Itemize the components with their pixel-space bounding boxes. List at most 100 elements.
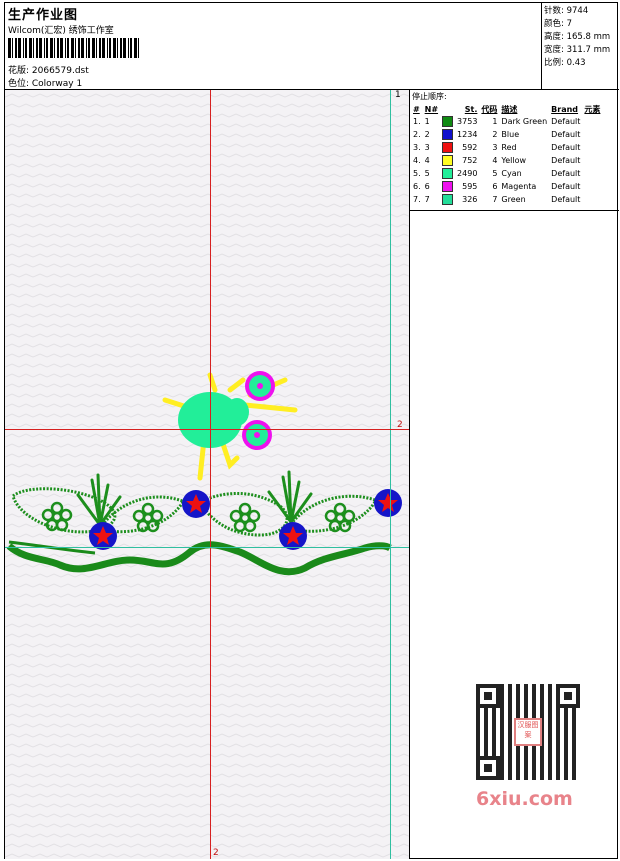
guide-red-horizontal <box>5 429 409 430</box>
swatch-cell <box>440 154 455 167</box>
needle-cell: 2 <box>424 130 430 139</box>
code-cell: 5 <box>492 169 498 178</box>
description-cell: Magenta <box>501 182 537 191</box>
guide-label-bottom: 2 <box>213 848 219 858</box>
design-canvas: 1 2 2 <box>5 90 409 859</box>
code-cell: 2 <box>492 130 498 139</box>
swatch-cell <box>440 167 455 180</box>
col-description: 描述 <box>501 104 518 114</box>
index-cell: 2. <box>413 130 421 139</box>
brand-cell: Default <box>551 130 581 139</box>
col-brand: Brand <box>551 104 579 114</box>
stat-colors: 颜色: 7 <box>544 19 573 29</box>
color-swatch <box>442 116 454 127</box>
element-cell <box>582 115 602 128</box>
colorway-label: 色位: Colorway 1 <box>8 79 83 89</box>
swatch-cell <box>440 141 455 154</box>
code-cell: 4 <box>492 156 498 165</box>
guide-label-right: 2 <box>397 420 403 430</box>
stop-sequence-table: # N# St. 代码 描述 Brand 元素 1. 1 3753 1 Dark Gre… <box>411 103 602 206</box>
needle-cell: 4 <box>424 156 430 165</box>
description-cell: Dark Green <box>501 117 548 126</box>
needle-cell: 5 <box>424 169 430 178</box>
brand-cell: Default <box>551 143 581 152</box>
color-swatch <box>442 155 454 166</box>
swatch-cell <box>440 115 455 128</box>
description-cell: Yellow <box>501 156 527 165</box>
color-swatch <box>442 168 454 179</box>
description-cell: Blue <box>501 130 520 139</box>
col-swatch <box>440 103 455 115</box>
table-row: 6. 6 595 6 Magenta Default <box>411 180 602 193</box>
element-cell <box>582 193 602 206</box>
description-cell: Cyan <box>501 169 522 178</box>
sheet-title: 生产作业图 <box>8 8 79 23</box>
needle-cell: 6 <box>424 182 430 191</box>
table-row: 4. 4 752 4 Yellow Default <box>411 154 602 167</box>
header-info: 生产作业图 Wilcom(汇宏) 绣饰工作室 花版: 2066579.dst 色… <box>5 3 542 89</box>
index-cell: 5. <box>413 169 421 178</box>
table-row: 1. 1 3753 1 Dark Green Default <box>411 115 602 128</box>
col-code: 代码 <box>481 104 498 114</box>
table-row: 2. 2 1234 2 Blue Default <box>411 128 602 141</box>
swatch-cell <box>440 128 455 141</box>
stitches-cell: 326 <box>462 195 478 204</box>
index-cell: 7. <box>413 195 421 204</box>
brand-cell: Default <box>551 195 581 204</box>
code-cell: 1 <box>492 117 498 126</box>
needle-cell: 3 <box>424 143 430 152</box>
design-file: 花版: 2066579.dst <box>8 66 89 76</box>
col-needle: N# <box>424 104 439 114</box>
stat-width: 宽度: 311.7 mm <box>544 45 611 55</box>
stitches-cell: 1234 <box>457 130 478 139</box>
brand-cell: Default <box>551 182 581 191</box>
index-cell: 1. <box>413 117 421 126</box>
table-row: 7. 7 326 7 Green Default <box>411 193 602 206</box>
barcode-image <box>8 38 139 58</box>
col-element: 元素 <box>584 104 601 114</box>
needle-cell: 1 <box>424 117 430 126</box>
stitches-cell: 3753 <box>457 117 478 126</box>
col-stitches: St. <box>464 104 478 114</box>
watermark-site: 6xiu.com <box>476 788 573 810</box>
index-cell: 6. <box>413 182 421 191</box>
table-row: 3. 3 592 3 Red Default <box>411 141 602 154</box>
description-cell: Red <box>501 143 517 152</box>
guide-teal-vertical <box>390 90 391 859</box>
stat-stitches: 针数: 9744 <box>544 6 589 16</box>
studio-name: Wilcom(汇宏) 绣饰工作室 <box>8 26 114 36</box>
element-cell <box>582 154 602 167</box>
guide-label-top: 1 <box>395 90 401 100</box>
table-row: 5. 5 2490 5 Cyan Default <box>411 167 602 180</box>
design-stats: 针数: 9744 颜色: 7 高度: 165.8 mm 宽度: 311.7 mm… <box>542 3 619 89</box>
brand-cell: Default <box>551 169 581 178</box>
description-cell: Green <box>501 195 526 204</box>
stop-sequence-title: 停止顺序: <box>412 92 447 101</box>
color-swatch <box>442 194 454 205</box>
index-cell: 4. <box>413 156 421 165</box>
guide-red-vertical <box>210 90 211 859</box>
color-swatch <box>442 129 454 140</box>
table-header-row: # N# St. 代码 描述 Brand 元素 <box>411 103 602 115</box>
element-cell <box>582 180 602 193</box>
stitches-cell: 595 <box>462 182 478 191</box>
code-cell: 6 <box>492 182 498 191</box>
brand-cell: Default <box>551 156 581 165</box>
needle-cell: 7 <box>424 195 430 204</box>
stat-scale: 比例: 0.43 <box>544 58 586 68</box>
stitches-cell: 592 <box>462 143 478 152</box>
brand-cell: Default <box>551 117 581 126</box>
watermark: 汉服图案 6xiu.com <box>470 680 584 812</box>
stamp-seal: 汉服图案 <box>514 718 542 746</box>
stat-height: 高度: 165.8 mm <box>544 32 611 42</box>
code-cell: 3 <box>492 143 498 152</box>
panel-divider <box>410 210 619 211</box>
code-cell: 7 <box>492 195 498 204</box>
element-cell <box>582 167 602 180</box>
element-cell <box>582 141 602 154</box>
index-cell: 3. <box>413 143 421 152</box>
color-swatch <box>442 181 454 192</box>
embroidery-design <box>5 90 409 859</box>
guide-teal-horizontal <box>5 547 409 548</box>
element-cell <box>582 128 602 141</box>
